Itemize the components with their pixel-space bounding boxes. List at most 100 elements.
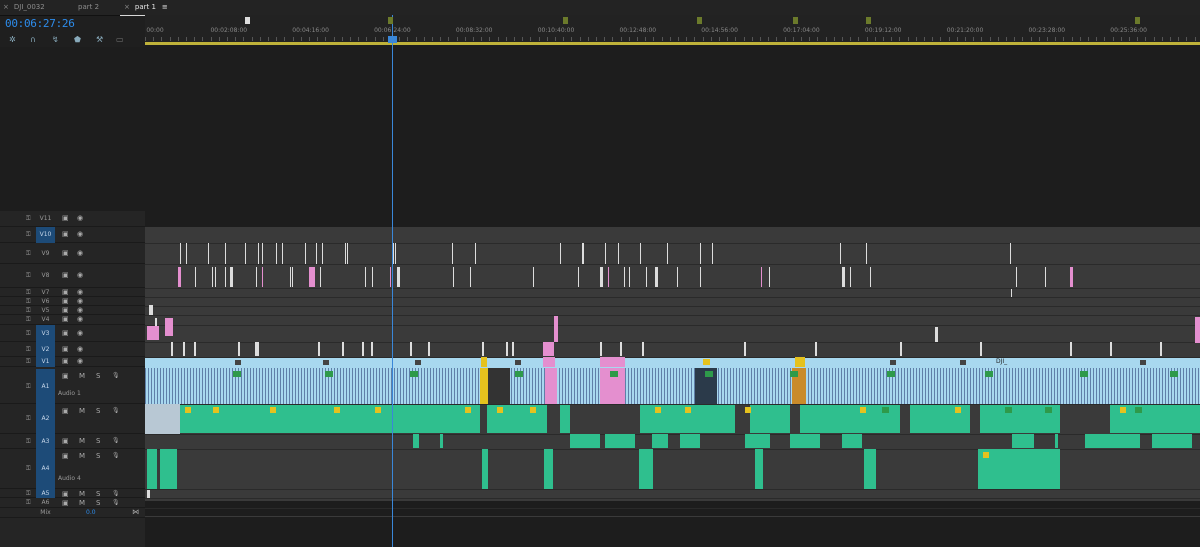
sync-lock-icon[interactable]: ▣ — [62, 357, 69, 365]
clip-edge[interactable] — [347, 243, 348, 264]
clip-edge[interactable] — [1010, 243, 1011, 264]
track-header-v2[interactable]: ⚿ V2 ▣ ◉ — [0, 342, 145, 357]
sequence-marker[interactable] — [697, 17, 702, 24]
clip-thumb[interactable] — [415, 360, 421, 365]
clip-edge[interactable] — [866, 243, 867, 264]
fx-badge[interactable] — [983, 452, 989, 458]
microphone-icon[interactable]: 🎙 — [112, 490, 120, 497]
clip[interactable] — [543, 342, 554, 356]
track-name[interactable]: V8 — [36, 272, 55, 279]
track-header-a4[interactable]: ⚿ A4 ▣ M S 🎙 Audio 4 — [0, 449, 145, 489]
a3-audio-clip[interactable] — [605, 434, 635, 448]
clip[interactable] — [543, 357, 555, 367]
track-divider[interactable] — [145, 498, 1200, 499]
clip[interactable] — [795, 357, 805, 367]
menu-icon[interactable]: ≡ — [162, 3, 168, 11]
lock-icon[interactable]: ⚿ — [26, 490, 31, 498]
track-header-a1[interactable]: ⚿ A1 ▣ M S 🎙 Audio 1 — [0, 369, 145, 404]
captions-icon[interactable]: ▭ — [116, 35, 124, 44]
clip-edge[interactable] — [183, 342, 185, 356]
track-header-v9[interactable]: ⚿ V9 ▣ ◉ — [0, 243, 145, 264]
clip-edge[interactable] — [700, 267, 701, 287]
solo-button[interactable]: S — [96, 499, 100, 507]
clip[interactable] — [147, 326, 159, 340]
sync-lock-icon[interactable]: ▣ — [62, 452, 69, 460]
solo-button[interactable]: S — [96, 407, 100, 415]
track-divider[interactable] — [145, 434, 1200, 435]
fx-badge[interactable] — [185, 407, 191, 413]
playhead-timecode[interactable]: 00:06:27:26 — [5, 17, 75, 30]
sync-lock-icon[interactable]: ▣ — [62, 249, 69, 257]
track-header-v10[interactable]: ⚿ V10 ▣ ◉ — [0, 227, 145, 243]
a3-audio-clip[interactable] — [1085, 434, 1140, 448]
clip-edge[interactable] — [712, 243, 713, 264]
fx-badge[interactable] — [703, 359, 710, 365]
fx-badge[interactable] — [860, 407, 866, 413]
clip-edge[interactable] — [842, 267, 845, 287]
clip[interactable] — [149, 305, 153, 315]
clip-edge[interactable] — [1011, 289, 1012, 297]
fx-badge[interactable] — [375, 407, 381, 413]
clip-edge[interactable] — [744, 342, 746, 356]
clip-edge[interactable] — [506, 342, 508, 356]
sync-lock-icon[interactable]: ▣ — [62, 297, 69, 305]
a2-audio-clip[interactable] — [145, 404, 180, 434]
clip-edge[interactable] — [700, 243, 701, 264]
track-header-v11[interactable]: ⚿ V11 ▣ ◉ — [0, 211, 145, 227]
fx-badge[interactable] — [213, 407, 219, 413]
clip-edge[interactable] — [256, 267, 257, 287]
tab-part-1[interactable]: × part 1 ≡ — [120, 0, 172, 16]
clip-edge[interactable] — [212, 267, 213, 287]
audio-keyframe[interactable] — [233, 371, 241, 377]
track-header-v7[interactable]: ⚿ V7 ▣ ◉ — [0, 288, 145, 297]
clip-edge[interactable] — [482, 342, 484, 356]
a3-audio-clip[interactable] — [413, 434, 419, 448]
a3-audio-clip[interactable] — [842, 434, 862, 448]
a5-audio-clip[interactable] — [147, 490, 150, 498]
mute-button[interactable]: M — [79, 490, 85, 498]
track-header-v3[interactable]: ⚿ V3 ▣ ◉ — [0, 325, 145, 342]
lock-icon[interactable]: ⚿ — [26, 289, 31, 297]
fx-badge[interactable] — [1120, 407, 1126, 413]
track-divider[interactable] — [145, 297, 1200, 298]
clip-edge[interactable] — [1160, 342, 1162, 356]
sync-lock-icon[interactable]: ▣ — [62, 437, 69, 445]
clip[interactable] — [935, 327, 938, 342]
track-name[interactable]: V3 — [36, 330, 55, 337]
lock-icon[interactable]: ⚿ — [26, 499, 31, 507]
clip-edge[interactable] — [305, 243, 306, 264]
sequence-marker[interactable] — [388, 17, 393, 24]
eye-icon[interactable]: ◉ — [77, 345, 83, 353]
clip-edge[interactable] — [578, 267, 579, 287]
clip-edge[interactable] — [342, 342, 344, 356]
clip-edge[interactable] — [600, 342, 602, 356]
eye-icon[interactable]: ◉ — [77, 230, 83, 238]
clip-edge[interactable] — [667, 243, 668, 264]
lock-icon[interactable]: ⚿ — [26, 358, 31, 366]
track-name[interactable]: V1 — [36, 358, 55, 365]
microphone-icon[interactable]: 🎙 — [112, 372, 120, 379]
audio-keyframe[interactable] — [985, 371, 993, 377]
track-name[interactable]: A3 — [36, 438, 55, 445]
a2-audio-clip[interactable] — [640, 405, 700, 433]
a3-audio-clip[interactable] — [680, 434, 700, 448]
snap-icon[interactable]: ∩ — [30, 35, 36, 44]
a2-audio-clip[interactable] — [910, 405, 970, 433]
track-header-v4[interactable]: ⚿ V4 ▣ ◉ — [0, 315, 145, 325]
clip-edge[interactable] — [475, 243, 476, 264]
eye-icon[interactable]: ◉ — [77, 329, 83, 337]
track-name[interactable]: A1 — [36, 383, 55, 390]
clip[interactable] — [554, 316, 558, 342]
clip-edge[interactable] — [870, 267, 871, 287]
time-ruler[interactable]: 00:0000:02:08:0000:04:16:0000:06:24:0000… — [145, 15, 1200, 44]
clip-edge[interactable] — [215, 267, 216, 287]
clip-thumb[interactable] — [515, 360, 521, 365]
fx-badge[interactable] — [745, 407, 751, 413]
clip-edge[interactable] — [230, 267, 233, 287]
a4-audio-clip[interactable] — [864, 449, 876, 489]
clip-edge[interactable] — [620, 342, 622, 356]
clip[interactable] — [165, 318, 173, 336]
track-name[interactable]: A5 — [36, 490, 55, 497]
a4-audio-clip[interactable] — [544, 449, 553, 489]
a4-audio-clip[interactable] — [755, 449, 763, 489]
